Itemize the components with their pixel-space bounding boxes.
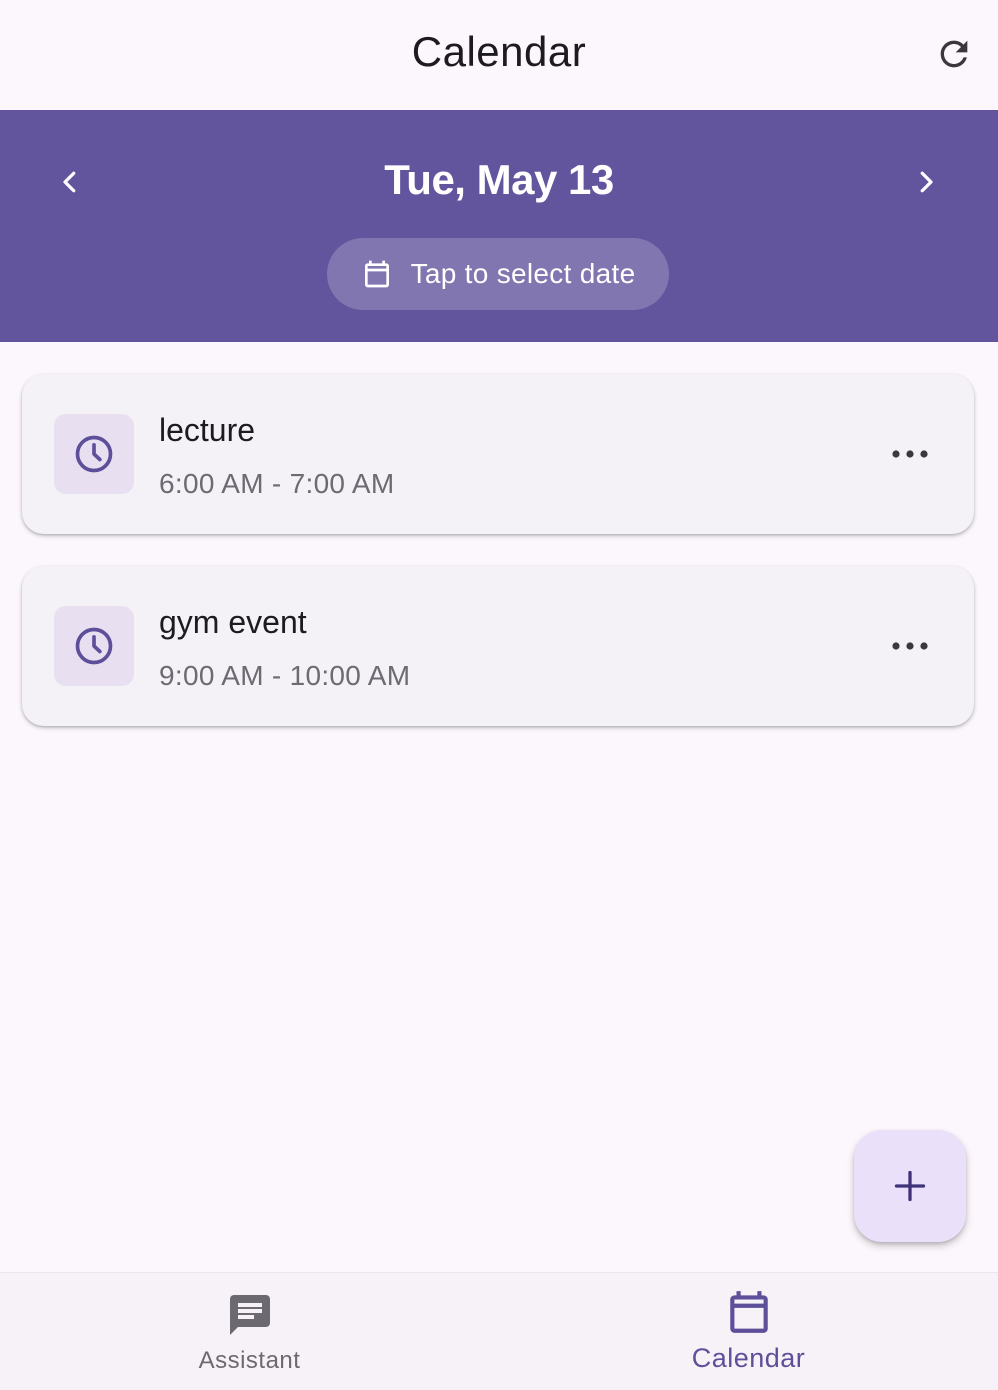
event-more-button[interactable] (886, 430, 934, 478)
next-day-button[interactable] (902, 158, 950, 206)
calendar-screen: Calendar Tue, May 13 Tap to select date (0, 0, 998, 1390)
selected-date-label: Tue, May 13 (384, 156, 614, 203)
event-more-button[interactable] (886, 622, 934, 670)
refresh-icon (940, 40, 968, 68)
event-title: gym event (159, 604, 307, 640)
nav-label-calendar: Calendar (691, 1343, 806, 1373)
refresh-button[interactable] (930, 30, 978, 78)
chevron-right-icon (920, 171, 933, 193)
chat-icon (229, 1295, 270, 1335)
more-horizontal-icon (892, 642, 928, 650)
bottom-navigation: Assistant Calendar (0, 1272, 998, 1390)
plus-icon (894, 1170, 926, 1202)
select-date-button[interactable]: Tap to select date (327, 238, 669, 310)
event-title: lecture (159, 412, 256, 448)
clock-icon (75, 627, 113, 665)
nav-label-assistant: Assistant (198, 1347, 301, 1374)
event-icon-box (54, 606, 134, 686)
event-card[interactable]: lecture 6:00 AM - 7:00 AM (22, 374, 974, 534)
calendar-icon (729, 1291, 768, 1333)
event-icon-box (54, 414, 134, 494)
event-card[interactable]: gym event 9:00 AM - 10:00 AM (22, 566, 974, 726)
more-horizontal-icon (892, 450, 928, 458)
calendar-icon (364, 260, 389, 288)
app-bar: Calendar (0, 0, 998, 110)
event-time: 6:00 AM - 7:00 AM (159, 468, 395, 499)
add-event-button[interactable] (854, 1130, 966, 1242)
clock-icon (75, 435, 113, 473)
select-date-label: Tap to select date (410, 258, 636, 289)
nav-item-assistant[interactable]: Assistant (0, 1273, 499, 1390)
nav-item-calendar[interactable]: Calendar (499, 1273, 998, 1390)
page-title: Calendar (411, 28, 587, 75)
event-time: 9:00 AM - 10:00 AM (159, 660, 411, 691)
date-header: Tue, May 13 Tap to select date (0, 110, 998, 342)
